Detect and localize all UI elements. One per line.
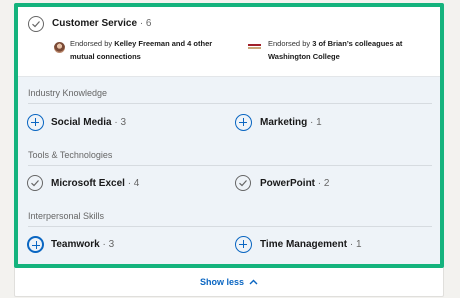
endorser-avatar[interactable] xyxy=(54,42,65,53)
endorsement-count: · 3 xyxy=(102,239,115,250)
skill-powerpoint[interactable]: PowerPoint · 2 xyxy=(260,178,329,189)
endorsement-count: · 4 xyxy=(127,178,140,189)
endorsement-mutual[interactable]: Endorsed by Kelley Freeman and 4 other m… xyxy=(70,37,212,63)
divider xyxy=(28,226,432,227)
endorsement-prefix: Endorsed by xyxy=(268,39,313,48)
endorsement-count: · 6 xyxy=(139,18,152,29)
endorsement-count: · 1 xyxy=(310,117,322,128)
chevron-up-icon xyxy=(249,279,258,285)
colleague-endorsers: 3 of Brian’s colleagues at xyxy=(312,39,403,48)
endorse-plus-icon[interactable] xyxy=(27,114,44,131)
category-interpersonal-skills: Interpersonal Skills xyxy=(28,211,105,221)
skill-name: Social Media xyxy=(51,117,112,128)
skill-customer-service[interactable]: Customer Service · 6 xyxy=(52,18,152,29)
endorser-names: Kelley Freeman and 4 other xyxy=(114,39,213,48)
endorsed-check-icon[interactable] xyxy=(28,16,44,32)
college-logo-icon xyxy=(248,44,261,49)
divider xyxy=(28,103,432,104)
skill-name: PowerPoint xyxy=(260,178,316,189)
skill-name: Marketing xyxy=(260,117,308,128)
endorse-plus-icon[interactable] xyxy=(27,236,44,253)
skill-name: Teamwork xyxy=(51,239,100,250)
endorsement-line2: mutual connections xyxy=(70,52,141,61)
endorse-plus-icon[interactable] xyxy=(235,236,252,253)
endorsed-check-icon[interactable] xyxy=(27,175,43,191)
skill-name: Customer Service xyxy=(52,18,138,29)
skill-teamwork[interactable]: Teamwork · 3 xyxy=(51,239,114,250)
endorse-plus-icon[interactable] xyxy=(235,114,252,131)
skill-social-media[interactable]: Social Media · 3 xyxy=(51,117,126,128)
skill-categories-section xyxy=(18,76,440,265)
category-tools-technologies: Tools & Technologies xyxy=(28,150,113,160)
endorsement-count: · 3 xyxy=(114,117,127,128)
skill-marketing[interactable]: Marketing · 1 xyxy=(260,117,322,128)
endorsed-check-icon[interactable] xyxy=(235,175,251,191)
skill-name: Time Management xyxy=(260,239,348,250)
endorsement-line2: Washington College xyxy=(268,52,340,61)
show-less-button[interactable]: Show less xyxy=(14,270,444,294)
skill-time-management[interactable]: Time Management · 1 xyxy=(260,239,362,250)
endorsement-colleagues[interactable]: Endorsed by 3 of Brian’s colleagues at W… xyxy=(268,37,402,63)
category-industry-knowledge: Industry Knowledge xyxy=(28,88,108,98)
skill-name: Microsoft Excel xyxy=(51,178,125,189)
endorsement-count: · 1 xyxy=(349,239,362,250)
endorsement-count: · 2 xyxy=(317,178,330,189)
show-less-label: Show less xyxy=(199,277,244,287)
endorsement-prefix: Endorsed by xyxy=(70,39,115,48)
skill-microsoft-excel[interactable]: Microsoft Excel · 4 xyxy=(51,178,139,189)
divider xyxy=(28,165,432,166)
